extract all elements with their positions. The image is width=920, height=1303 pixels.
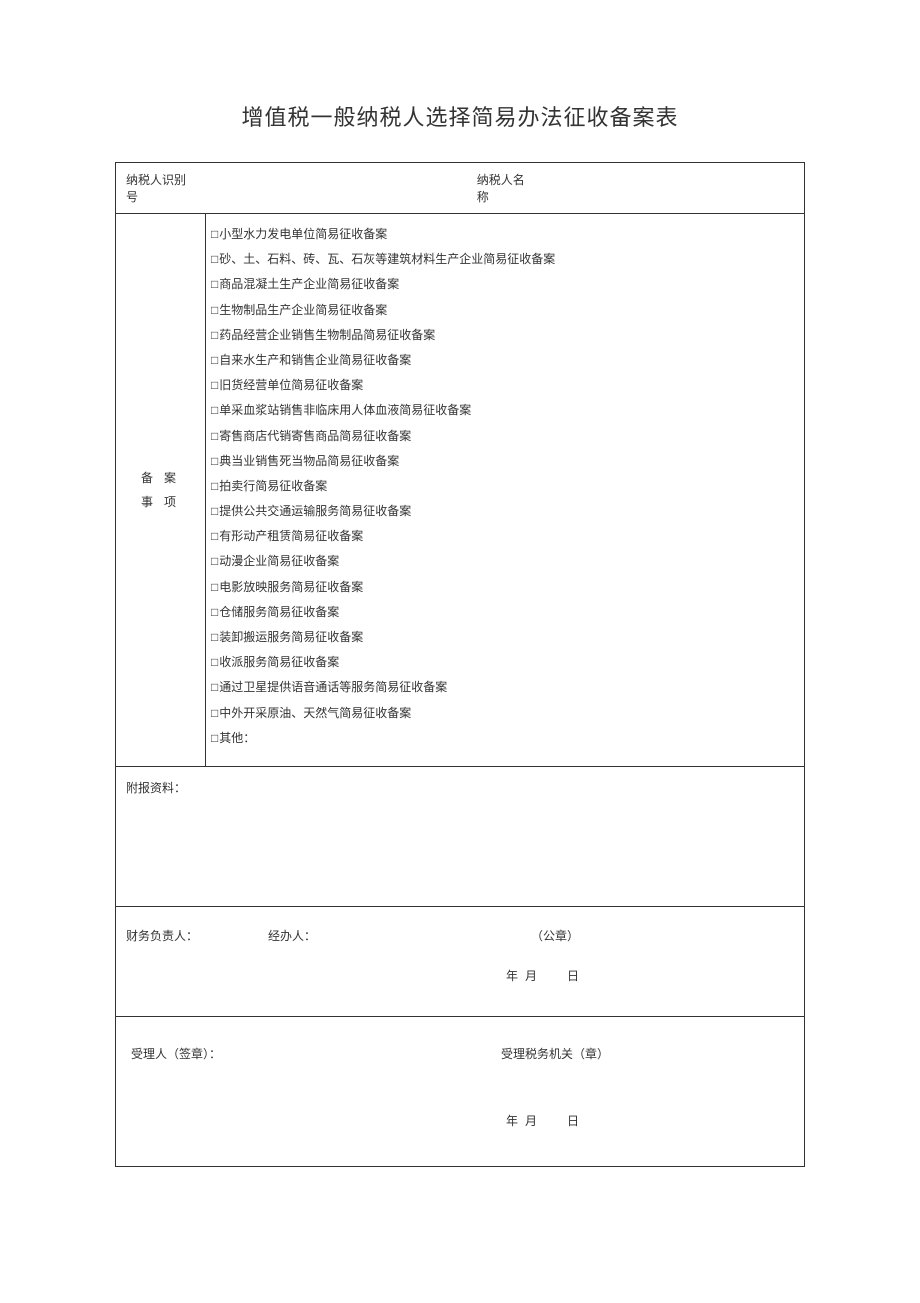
check-item[interactable]: □仓储服务简易征收备案 (211, 600, 799, 625)
attachment-cell[interactable]: 附报资料： (116, 766, 805, 906)
check-item[interactable]: □典当业销售死当物品简易征收备案 (211, 449, 799, 474)
checkbox-icon[interactable]: □ (211, 272, 218, 297)
checkbox-icon[interactable]: □ (211, 449, 218, 474)
finance-row: 财务负责人： 经办人： （公章） 年 月 日 (116, 906, 805, 1016)
checkbox-icon[interactable]: □ (211, 701, 218, 726)
attachment-label: 附报资料： (126, 781, 186, 795)
checkbox-icon[interactable]: □ (211, 499, 218, 524)
check-item[interactable]: □动漫企业简易征收备案 (211, 549, 799, 574)
checkbox-icon[interactable]: □ (211, 373, 218, 398)
checkbox-icon[interactable]: □ (211, 549, 218, 574)
taxpayer-name-label: 纳税人名称 (467, 163, 537, 214)
check-item[interactable]: □通过卫星提供语音通话等服务简易征收备案 (211, 675, 799, 700)
check-item[interactable]: □其他： (211, 726, 799, 751)
checkbox-icon[interactable]: □ (211, 524, 218, 549)
checkbox-icon[interactable]: □ (211, 625, 218, 650)
checklist-row: 备 案 事 项 □小型水力发电单位简易征收备案 □砂、土、石料、砖、瓦、石灰等建… (116, 214, 805, 767)
check-item[interactable]: □寄售商店代销寄售商品简易征收备案 (211, 424, 799, 449)
acceptor-date-label: 年 月 日 (506, 1112, 581, 1129)
checkbox-icon[interactable]: □ (211, 650, 218, 675)
check-item[interactable]: □有形动产租赁简易征收备案 (211, 524, 799, 549)
checkbox-icon[interactable]: □ (211, 600, 218, 625)
checkbox-icon[interactable]: □ (211, 675, 218, 700)
check-item[interactable]: □单采血浆站销售非临床用人体血液简易征收备案 (211, 398, 799, 423)
acceptor-sign-label: 受理人（签章）： (131, 1045, 221, 1062)
taxpayer-id-value[interactable] (206, 163, 467, 214)
check-item[interactable]: □提供公共交通运输服务简易征收备案 (211, 499, 799, 524)
checkbox-icon[interactable]: □ (211, 398, 218, 423)
category-label: 备 案 事 项 (116, 214, 206, 767)
checkbox-icon[interactable]: □ (211, 726, 218, 751)
finance-date-label: 年 月 日 (506, 967, 581, 984)
check-item[interactable]: □收派服务简易征收备案 (211, 650, 799, 675)
finance-cell[interactable]: 财务负责人： 经办人： （公章） 年 月 日 (116, 906, 805, 1016)
checkbox-icon[interactable]: □ (211, 575, 218, 600)
stamp-label: （公章） (531, 927, 579, 944)
check-item[interactable]: □生物制品生产企业简易征收备案 (211, 298, 799, 323)
checkbox-icon[interactable]: □ (211, 323, 218, 348)
finance-person-label: 财务负责人： (126, 927, 198, 944)
check-item[interactable]: □中外开采原油、天然气简易征收备案 (211, 701, 799, 726)
checkbox-icon[interactable]: □ (211, 348, 218, 373)
check-item[interactable]: □药品经营企业销售生物制品简易征收备案 (211, 323, 799, 348)
form-title: 增值税一般纳税人选择简易办法征收备案表 (115, 100, 805, 132)
checkbox-icon[interactable]: □ (211, 247, 218, 272)
form-table: 纳税人识别号 纳税人名称 备 案 事 项 □小型水力发电单位简易征收备案 □砂、… (115, 162, 805, 1167)
check-item[interactable]: □小型水力发电单位简易征收备案 (211, 222, 799, 247)
checkbox-icon[interactable]: □ (211, 298, 218, 323)
check-item[interactable]: □旧货经营单位简易征收备案 (211, 373, 799, 398)
taxpayer-name-value[interactable] (537, 163, 805, 214)
check-item[interactable]: □装卸搬运服务简易征收备案 (211, 625, 799, 650)
handler-label: 经办人： (268, 927, 316, 944)
acceptor-cell[interactable]: 受理人（签章）： 受理税务机关（章） 年 月 日 (116, 1016, 805, 1166)
checkbox-icon[interactable]: □ (211, 424, 218, 449)
checklist-cell: □小型水力发电单位简易征收备案 □砂、土、石料、砖、瓦、石灰等建筑材料生产企业简… (206, 214, 805, 767)
check-item[interactable]: □砂、土、石料、砖、瓦、石灰等建筑材料生产企业简易征收备案 (211, 247, 799, 272)
acceptor-row: 受理人（签章）： 受理税务机关（章） 年 月 日 (116, 1016, 805, 1166)
acceptor-org-label: 受理税务机关（章） (501, 1045, 609, 1062)
taxpayer-id-label: 纳税人识别号 (116, 163, 206, 214)
check-item[interactable]: □自来水生产和销售企业简易征收备案 (211, 348, 799, 373)
attachment-row: 附报资料： (116, 766, 805, 906)
checkbox-icon[interactable]: □ (211, 474, 218, 499)
check-item[interactable]: □电影放映服务简易征收备案 (211, 575, 799, 600)
check-item[interactable]: □拍卖行简易征收备案 (211, 474, 799, 499)
checkbox-icon[interactable]: □ (211, 222, 218, 247)
header-row: 纳税人识别号 纳税人名称 (116, 163, 805, 214)
check-item[interactable]: □商品混凝土生产企业简易征收备案 (211, 272, 799, 297)
